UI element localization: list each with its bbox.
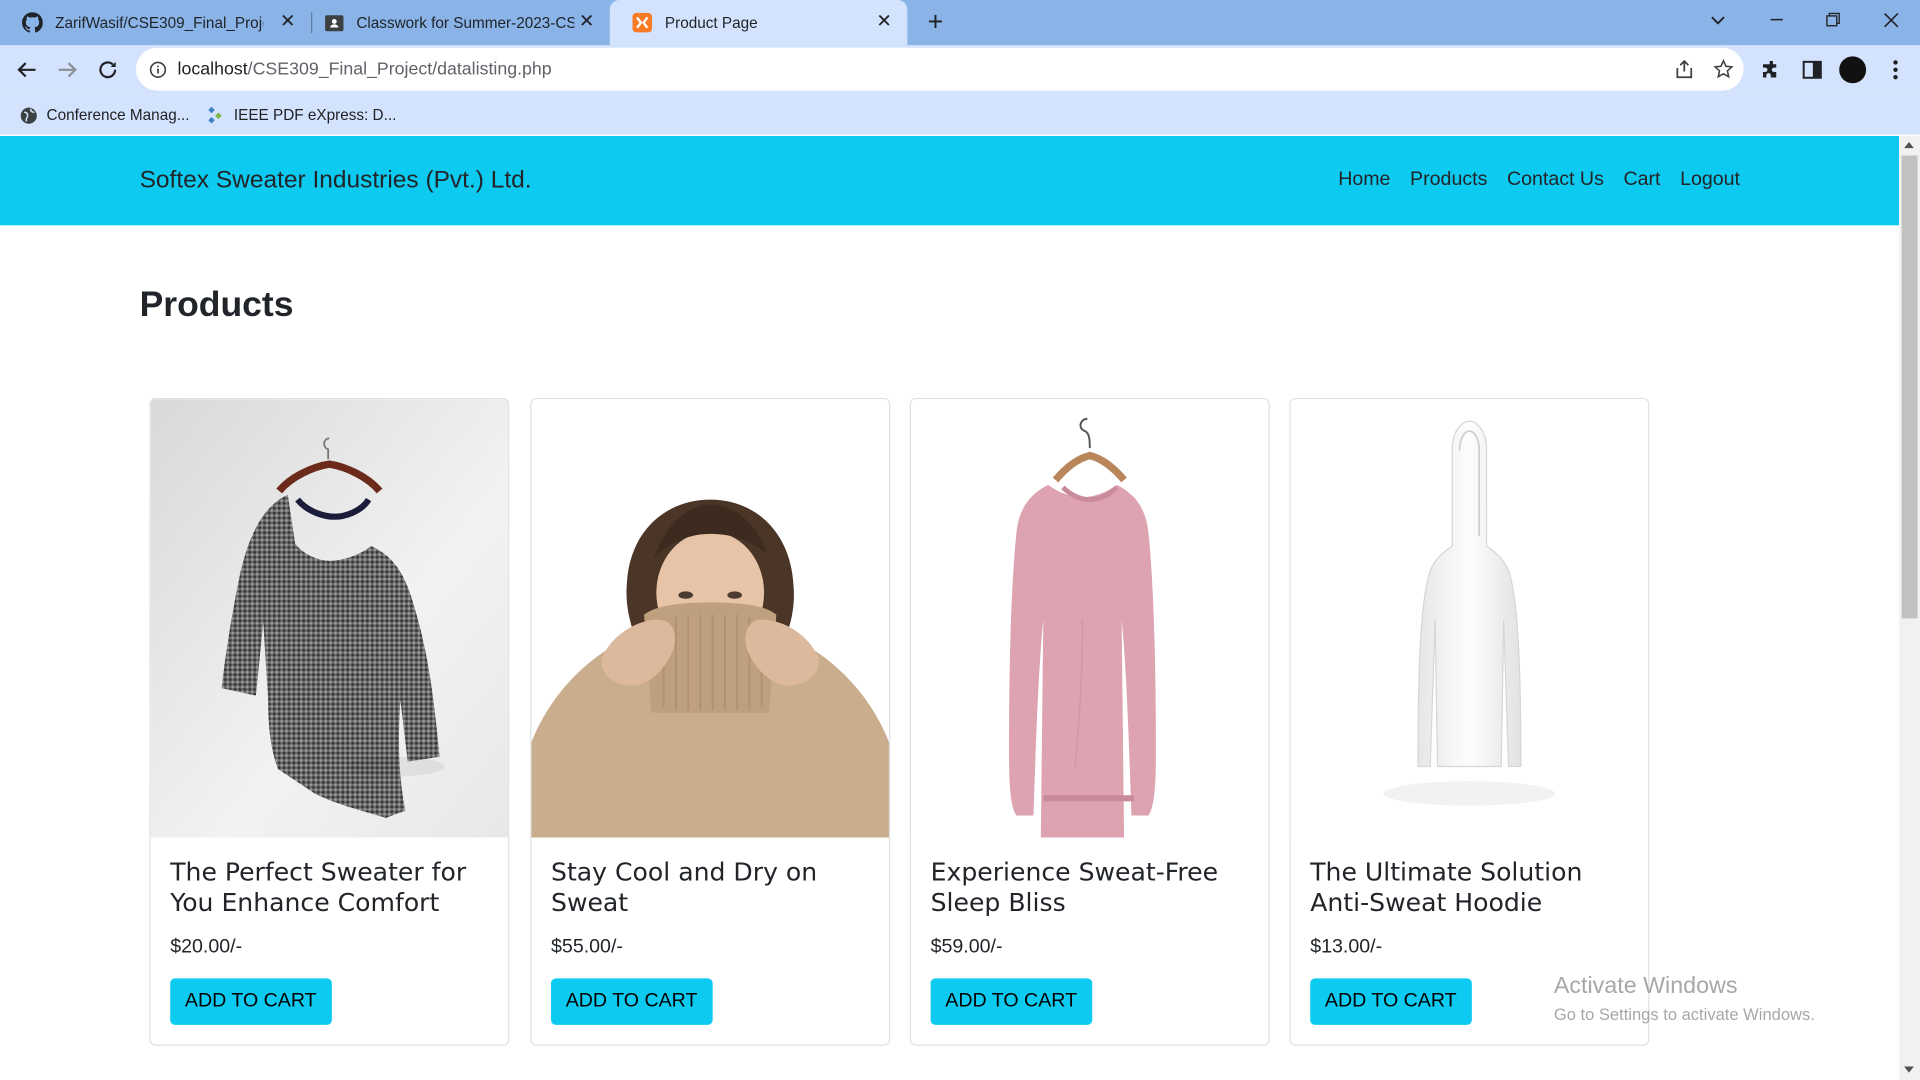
tab-classroom[interactable]: Classwork for Summer-2023-CSE ✕ <box>301 0 610 45</box>
tab-title: Classwork for Summer-2023-CSE <box>356 14 575 32</box>
product-image-pink-sweatshirt[interactable] <box>911 399 1269 838</box>
product-card: Stay Cool and Dry on Sweat $55.00/- ADD … <box>530 397 891 1046</box>
product-card: The Ultimate Solution Anti-Sweat Hoodie … <box>1289 397 1650 1046</box>
watermark-title: Activate Windows <box>1553 973 1738 1000</box>
site-brand[interactable]: Softex Sweater Industries (Pvt.) Ltd. <box>140 167 532 195</box>
github-icon <box>22 12 43 33</box>
add-to-cart-button[interactable]: ADD TO CART <box>1310 978 1472 1025</box>
minimize-icon[interactable] <box>1749 0 1805 39</box>
side-panel-icon[interactable] <box>1798 55 1827 84</box>
product-price: $20.00/- <box>170 936 243 958</box>
product-price: $59.00/- <box>930 936 1003 958</box>
watermark-subtitle: Go to Settings to activate Windows. <box>1553 1005 1815 1024</box>
nav-products[interactable]: Products <box>1400 169 1497 191</box>
back-icon[interactable] <box>10 53 44 87</box>
scroll-up-arrow-icon[interactable] <box>1904 142 1914 149</box>
product-image-grey-sweater[interactable] <box>150 399 509 838</box>
bookmark-star-icon[interactable] <box>1708 54 1737 83</box>
product-name: The Perfect Sweater for You Enhance Comf… <box>170 857 467 917</box>
tab-title: Product Page <box>664 14 758 32</box>
page-scrollbar[interactable] <box>1899 135 1920 1080</box>
tab-strip: ZarifWasif/CSE309_Final_Project ✕ Classw… <box>0 0 1920 46</box>
nav-logout[interactable]: Logout <box>1670 169 1750 191</box>
address-bar[interactable]: localhost/CSE309_Final_Project/datalisti… <box>135 47 1744 91</box>
xampp-icon <box>632 12 653 33</box>
product-price: $13.00/- <box>1310 936 1383 958</box>
nav-contact-us[interactable]: Contact Us <box>1497 169 1613 191</box>
ieee-icon <box>206 105 226 125</box>
extensions-icon[interactable] <box>1757 55 1786 84</box>
tab-title: ZarifWasif/CSE309_Final_Project <box>55 14 264 32</box>
bookmarks-bar: Conference Manag... IEEE PDF eXpress: D.… <box>0 94 1920 135</box>
windows-activation-watermark: Activate Windows Go to Settings to activ… <box>1554 973 1815 1023</box>
product-card: The Perfect Sweater for You Enhance Comf… <box>149 397 510 1046</box>
new-tab-icon[interactable]: + <box>921 6 950 38</box>
menu-icon[interactable] <box>1881 55 1910 84</box>
share-icon[interactable] <box>1669 54 1698 83</box>
tab-search-icon[interactable] <box>1690 0 1746 39</box>
restore-icon[interactable] <box>1805 0 1861 39</box>
product-image-white-hoodie[interactable] <box>1290 399 1649 838</box>
add-to-cart-button[interactable]: ADD TO CART <box>170 978 332 1025</box>
globe-icon <box>18 105 38 125</box>
bookmark-label: Conference Manag... <box>46 106 190 124</box>
page-title: Products <box>139 285 294 325</box>
site-info-icon[interactable] <box>149 61 167 78</box>
site-navbar: Softex Sweater Industries (Pvt.) Ltd. Ho… <box>0 135 1900 226</box>
nav-cart[interactable]: Cart <box>1614 169 1671 191</box>
page-viewport: Softex Sweater Industries (Pvt.) Ltd. Ho… <box>0 135 1900 1080</box>
scroll-down-arrow-icon[interactable] <box>1904 1066 1914 1073</box>
bookmark-ieee[interactable]: IEEE PDF eXpress: D... <box>206 100 397 129</box>
close-tab-icon[interactable]: ✕ <box>576 11 598 33</box>
scrollbar-thumb[interactable] <box>1901 155 1918 619</box>
nav-home[interactable]: Home <box>1328 169 1400 191</box>
product-name: The Ultimate Solution Anti-Sweat Hoodie <box>1310 857 1583 917</box>
nav-links: Home Products Contact Us Cart Logout <box>1328 169 1749 191</box>
profile-avatar-icon[interactable] <box>1838 55 1867 84</box>
product-name: Stay Cool and Dry on Sweat <box>551 857 818 917</box>
product-card: Experience Sweat-Free Sleep Bliss $59.00… <box>909 397 1270 1046</box>
url-host: localhost <box>177 59 248 79</box>
bookmark-label: IEEE PDF eXpress: D... <box>233 106 397 124</box>
close-tab-icon[interactable]: ✕ <box>873 11 895 33</box>
product-price: $55.00/- <box>551 936 623 958</box>
close-tab-icon[interactable]: ✕ <box>277 11 299 33</box>
tab-product-page[interactable]: Product Page ✕ <box>609 0 908 46</box>
close-window-icon[interactable] <box>1862 0 1918 39</box>
product-name: Experience Sweat-Free Sleep Bliss <box>930 857 1219 917</box>
add-to-cart-button[interactable]: ADD TO CART <box>930 978 1092 1025</box>
bookmark-conference[interactable]: Conference Manag... <box>18 100 189 129</box>
classroom-icon <box>323 12 344 33</box>
browser-toolbar: localhost/CSE309_Final_Project/datalisti… <box>0 45 1920 95</box>
product-image-beige-turtleneck[interactable] <box>531 399 889 838</box>
tab-github[interactable]: ZarifWasif/CSE309_Final_Project ✕ <box>0 0 311 45</box>
add-to-cart-button[interactable]: ADD TO CART <box>551 978 713 1025</box>
url-path: /CSE309_Final_Project/datalisting.php <box>247 59 552 79</box>
reload-icon[interactable] <box>91 53 125 87</box>
forward-icon[interactable] <box>50 53 84 87</box>
url-text[interactable]: localhost/CSE309_Final_Project/datalisti… <box>178 59 552 79</box>
